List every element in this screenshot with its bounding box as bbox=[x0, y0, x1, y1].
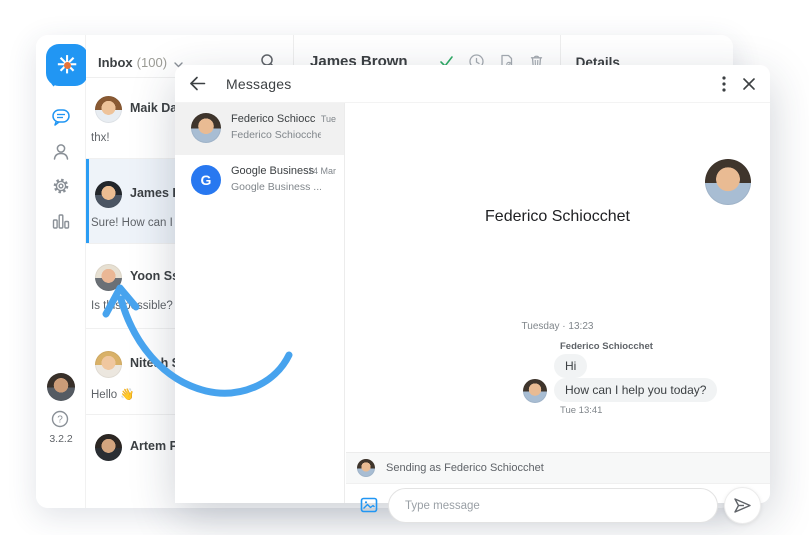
conversation-preview: thx! bbox=[91, 132, 110, 144]
conversation-name: Maik Da bbox=[130, 101, 178, 115]
conversation-preview: Hello 👋 bbox=[91, 389, 135, 401]
attach-image-button[interactable] bbox=[360, 496, 378, 514]
app-version: 3.2.2 bbox=[49, 433, 73, 445]
logo-dot bbox=[64, 62, 71, 69]
question-mark-icon: ? bbox=[51, 410, 69, 428]
contact-avatar bbox=[705, 159, 751, 205]
person-icon bbox=[53, 144, 69, 160]
help-button[interactable]: ? bbox=[50, 409, 70, 429]
kebab-menu-icon[interactable] bbox=[722, 75, 726, 92]
gear-icon bbox=[53, 178, 69, 194]
inbox-title[interactable]: Inbox bbox=[98, 55, 133, 70]
thread-name: Google Business ... bbox=[231, 165, 315, 177]
message-timestamp: Tue 13:41 bbox=[560, 405, 603, 416]
thread-preview: Google Business ... bbox=[231, 181, 321, 193]
user-avatar[interactable] bbox=[47, 373, 75, 401]
message-bubble: Hi bbox=[554, 354, 588, 378]
conversation-name: Nitesh S bbox=[130, 356, 181, 370]
conversation-name: Yoon Ss bbox=[130, 269, 180, 283]
conversation-name: Artem P bbox=[130, 439, 178, 453]
google-badge-icon: G bbox=[191, 165, 221, 195]
sidebar-item-analytics[interactable] bbox=[49, 209, 73, 233]
modal-title: Messages bbox=[226, 75, 292, 92]
sidebar-item-settings[interactable] bbox=[49, 174, 73, 198]
conversation-preview: Sure! How can I h bbox=[91, 217, 183, 229]
send-button[interactable] bbox=[724, 487, 761, 524]
conversation-name: James B bbox=[130, 186, 182, 200]
back-arrow-icon[interactable] bbox=[189, 76, 206, 91]
avatar bbox=[191, 113, 221, 143]
avatar bbox=[95, 351, 122, 378]
chat-pane: Federico Schiocchet Tuesday · 13:23 Fede… bbox=[345, 103, 770, 524]
day-divider: Tuesday · 13:23 bbox=[521, 321, 594, 332]
avatar bbox=[95, 96, 122, 123]
thread-name: Federico Schiocchet bbox=[231, 113, 315, 125]
sending-as-label: Sending as Federico Schiocchet bbox=[386, 462, 544, 474]
avatar bbox=[95, 434, 122, 461]
inbox-count: (100) bbox=[136, 55, 168, 70]
message-bubble: How can I help you today? bbox=[554, 378, 718, 402]
message-sender-name: Federico Schiocchet bbox=[560, 341, 653, 352]
screen: ✳ bbox=[0, 0, 809, 535]
modal-header: Messages bbox=[175, 65, 770, 103]
composer bbox=[346, 484, 770, 524]
svg-text:?: ? bbox=[57, 415, 63, 426]
avatar bbox=[95, 264, 122, 291]
sending-as-bar: Sending as Federico Schiocchet bbox=[346, 452, 770, 484]
send-plane-icon bbox=[734, 498, 751, 513]
thread-preview: Federico Schiocchet... bbox=[231, 129, 321, 141]
thread-time: Tue bbox=[320, 114, 336, 124]
app-logo-icon: ✳ bbox=[46, 44, 88, 86]
contact-name: Federico Schiocchet bbox=[485, 208, 630, 225]
messages-modal: Messages Federico Schiocche bbox=[175, 65, 770, 524]
bar-chart-icon bbox=[52, 214, 70, 229]
thread-time: 14 Mar bbox=[307, 166, 336, 176]
message-input[interactable] bbox=[388, 488, 718, 523]
avatar bbox=[95, 181, 122, 208]
message-avatar bbox=[523, 379, 547, 403]
app-sidebar: ✳ bbox=[36, 35, 88, 508]
modal-thread-list: Federico Schiocchet Federico Schiocchet.… bbox=[175, 103, 345, 503]
conversation-preview: Is this possible? bbox=[91, 300, 173, 312]
chat-bubble-icon bbox=[52, 109, 70, 126]
sidebar-item-contacts[interactable] bbox=[49, 140, 73, 164]
sender-avatar bbox=[357, 459, 375, 477]
close-icon[interactable] bbox=[742, 77, 756, 91]
thread-row-google[interactable]: G Google Business ... Google Business ..… bbox=[175, 155, 344, 207]
sidebar-item-conversations[interactable] bbox=[49, 105, 73, 129]
thread-row-federico[interactable]: Federico Schiocchet Federico Schiocchet.… bbox=[175, 103, 344, 155]
